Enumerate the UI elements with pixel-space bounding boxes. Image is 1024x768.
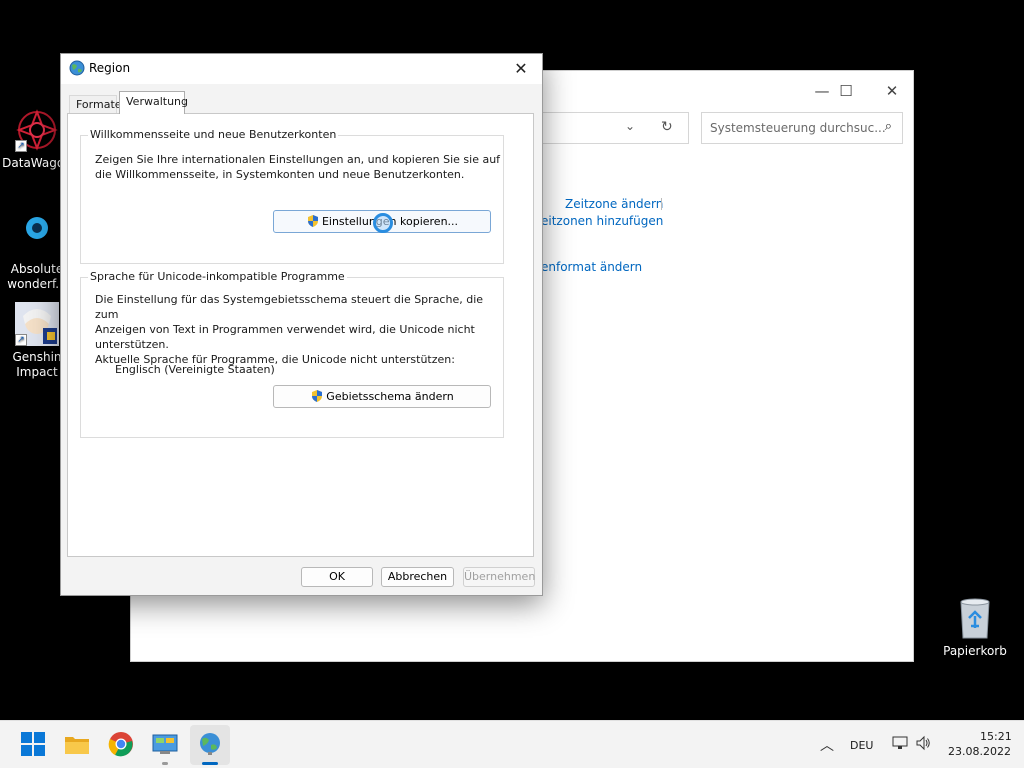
chevron-down-icon[interactable]: ⌄ <box>625 119 635 133</box>
uac-shield-icon <box>306 214 320 228</box>
genshin-impact-icon: ↗ <box>15 302 59 346</box>
description-line: Anzeigen von Text in Programmen verwende… <box>95 323 475 336</box>
globe-icon <box>69 60 85 76</box>
desktop-icon-recycle-bin[interactable]: Papierkorb <box>942 598 1008 658</box>
change-locale-label: Gebietsschema ändern <box>326 390 454 403</box>
close-button[interactable]: ✕ <box>869 77 915 105</box>
search-icon[interactable]: ⌕ <box>885 119 892 134</box>
description-line: unterstützen. <box>95 338 169 351</box>
apply-button[interactable]: Übernehmen <box>463 567 535 587</box>
link-change-format[interactable]: enformat ändern <box>541 260 642 274</box>
unicode-language-group: Sprache für Unicode-inkompatible Program… <box>80 270 504 438</box>
description-line: die Willkommensseite, in Systemkonten un… <box>95 168 465 181</box>
current-language-value: Englisch (Vereinigte Staaten) <box>115 363 275 376</box>
maximize-button[interactable]: ☐ <box>823 77 869 105</box>
tab-verwaltung[interactable]: Verwaltung <box>119 91 188 114</box>
separator <box>661 198 662 210</box>
taskbar: ︿ DEU 15:21 23.08.2022 <box>0 720 1024 768</box>
link-add-clocks[interactable]: eitzonen hinzufügen <box>541 214 663 228</box>
start-windows-icon[interactable] <box>20 731 46 757</box>
chrome-icon[interactable] <box>108 731 134 757</box>
welcome-screen-group: Willkommensseite und neue Benutzerkonten… <box>80 128 504 264</box>
dialog-titlebar[interactable]: Region ✕ <box>61 54 542 84</box>
clock-date[interactable]: 23.08.2022 <box>948 745 1011 758</box>
dialog-title: Region <box>89 61 131 75</box>
running-indicator <box>162 762 168 765</box>
recycle-bin-label: Papierkorb <box>943 644 1007 658</box>
group-description: Die Einstellung für das Systemgebietssch… <box>95 292 503 367</box>
region-dialog: Region ✕ Formate Verwaltung Willkommenss… <box>60 53 543 596</box>
mouse-cursor-indicator <box>373 213 393 233</box>
control-panel-icon[interactable] <box>152 731 178 757</box>
address-bar[interactable]: ⌄ ↻ <box>541 112 689 144</box>
refresh-icon[interactable]: ↻ <box>661 119 673 135</box>
region-globe-icon[interactable] <box>197 731 223 757</box>
recycle-bin-icon <box>957 598 993 640</box>
chevron-up-icon[interactable]: ︿ <box>820 735 834 755</box>
clock-time[interactable]: 15:21 <box>980 730 1012 743</box>
ok-button[interactable]: OK <box>301 567 373 587</box>
link-change-timezone[interactable]: Zeitzone ändern <box>565 197 663 211</box>
shortcut-arrow-icon: ↗ <box>15 334 27 346</box>
group-description: Zeigen Sie Ihre internationalen Einstell… <box>95 152 500 182</box>
search-input[interactable]: Systemsteuerung durchsuc... ⌕ <box>701 112 903 144</box>
change-locale-button[interactable]: Gebietsschema ändern <box>273 385 491 408</box>
tab-formate[interactable]: Formate <box>69 95 122 113</box>
datawagon-icon: ↗ <box>15 108 59 152</box>
search-placeholder: Systemsteuerung durchsuc... <box>710 121 886 135</box>
absolute-wonderful-icon <box>15 214 59 258</box>
description-line: Zeigen Sie Ihre internationalen Einstell… <box>95 153 501 166</box>
description-line: Die Einstellung für das Systemgebietssch… <box>95 293 484 321</box>
group-title: Sprache für Unicode-inkompatible Program… <box>88 270 347 283</box>
file-explorer-icon[interactable] <box>64 731 90 757</box>
volume-icon[interactable] <box>915 735 931 754</box>
network-icon[interactable] <box>892 735 908 754</box>
group-title: Willkommensseite und neue Benutzerkonten <box>88 128 339 141</box>
cancel-button[interactable]: Abbrechen <box>381 567 454 587</box>
shortcut-arrow-icon: ↗ <box>15 140 27 152</box>
uac-shield-icon <box>310 389 324 403</box>
close-icon[interactable]: ✕ <box>500 54 542 84</box>
language-indicator[interactable]: DEU <box>850 739 873 752</box>
active-indicator <box>202 762 218 765</box>
tab-panel-verwaltung: Willkommensseite und neue Benutzerkonten… <box>67 113 534 557</box>
